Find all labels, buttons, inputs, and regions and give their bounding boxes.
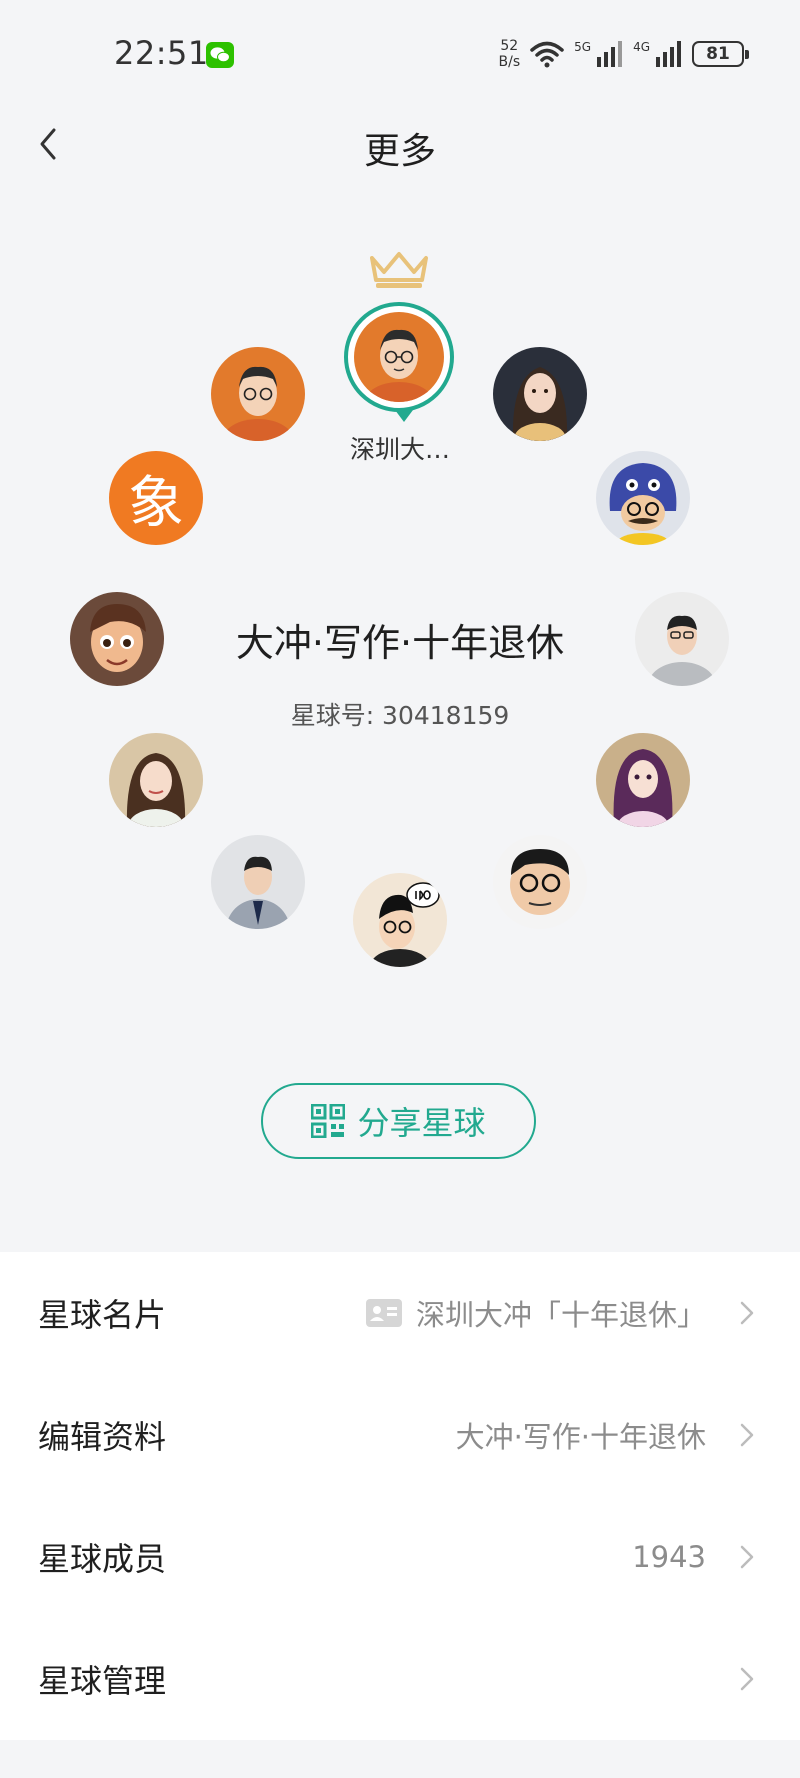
qr-code-icon: [311, 1104, 346, 1138]
planet-name: 大冲·写作·十年退休: [235, 621, 565, 665]
page-title: 更多: [363, 131, 436, 172]
card-icon: [365, 1299, 402, 1327]
menu-item-value-text: 深圳大冲「十年退休」: [415, 1298, 706, 1332]
menu-item-label: 星球管理: [38, 1662, 167, 1700]
menu-item-planet-card[interactable]: 星球名片 深圳大冲「十年退休」: [0, 1252, 800, 1374]
owner-name: 深圳大…: [349, 435, 450, 464]
signal-icon: [656, 41, 681, 67]
share-planet-button[interactable]: 分享星球: [261, 1083, 536, 1159]
signal1-label: 5G: [574, 40, 592, 54]
menu-item-label: 星球名片: [38, 1296, 167, 1334]
menu-item-value: 1943: [632, 1540, 706, 1574]
menu-item-value: 深圳大冲「十年退休」: [365, 1292, 706, 1334]
signal2-label: 4G: [633, 40, 650, 54]
badge-avatar[interactable]: 象: [109, 451, 203, 545]
menu-item-management[interactable]: 星球管理: [0, 1618, 800, 1740]
crown-icon: [370, 252, 428, 288]
menu-item-value: 大冲·写作·十年退休: [455, 1420, 706, 1454]
member-avatar[interactable]: [596, 733, 690, 827]
menu-item-edit-profile[interactable]: 编辑资料 大冲·写作·十年退休: [0, 1374, 800, 1496]
planet-id: 星球号: 30418159: [290, 701, 510, 730]
badge-avatar-char: 象: [128, 470, 184, 536]
signal-icon: [597, 41, 623, 67]
member-avatar[interactable]: [493, 835, 587, 929]
member-avatar[interactable]: [211, 835, 305, 929]
status-bar: 22:51 52 B/s 5G 4G 81: [0, 0, 800, 100]
menu-item-members[interactable]: 星球成员 1943: [0, 1496, 800, 1618]
menu-item-label: 星球成员: [38, 1540, 167, 1578]
share-planet-label: 分享星球: [357, 1104, 486, 1142]
member-avatar[interactable]: [493, 347, 587, 441]
battery-level: 81: [706, 44, 730, 64]
nav-bar: 更多: [0, 100, 800, 188]
status-time: 22:51: [114, 34, 209, 72]
chevron-right-icon: [740, 1301, 754, 1325]
member-avatar[interactable]: [596, 451, 690, 545]
owner-avatar[interactable]: [344, 302, 454, 422]
battery-icon: 81: [692, 41, 749, 67]
settings-menu: 星球名片 深圳大冲「十年退休」 编辑资料 大冲·写作·十年退休 星球成员 194…: [0, 1252, 800, 1740]
chevron-right-icon: [740, 1545, 754, 1569]
owner-avatar-image: [354, 312, 444, 402]
chevron-right-icon: [740, 1667, 754, 1691]
net-speed-unit: B/s: [498, 54, 521, 70]
status-icons: 52 B/s 5G 4G 81: [499, 34, 749, 74]
member-avatar[interactable]: [353, 873, 447, 967]
net-speed: 52 B/s: [499, 38, 521, 70]
net-speed-value: 52: [500, 38, 519, 54]
member-avatar[interactable]: [211, 347, 305, 441]
owner-pin: [395, 410, 413, 422]
member-avatar[interactable]: [109, 733, 203, 827]
wifi-icon: [530, 41, 564, 68]
chevron-right-icon: [740, 1423, 754, 1447]
menu-item-label: 编辑资料: [38, 1418, 167, 1456]
wechat-icon: [206, 42, 234, 68]
